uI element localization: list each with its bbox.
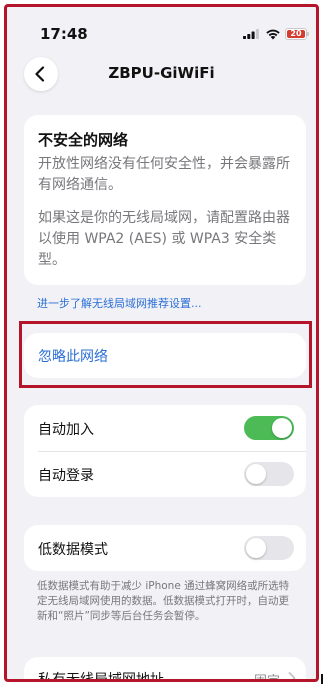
low-data-label: 低数据模式	[38, 542, 108, 558]
low-data-description: 低数据模式有助于减少 iPhone 通过蜂窝网络或所选特定无线局域网使用的数据。…	[37, 580, 290, 622]
warning-text-1: 开放性网络没有任何安全性，并会暴露所有网络通信。	[38, 156, 290, 193]
battery-level: 20	[290, 29, 302, 38]
low-data-card: 低数据模式	[24, 525, 306, 571]
auto-login-row: 自动登录	[24, 451, 306, 497]
auto-join-label: 自动加入	[38, 422, 94, 438]
chevron-right-icon	[288, 672, 296, 679]
battery-icon: 20	[285, 28, 309, 40]
auto-login-label: 自动登录	[38, 468, 94, 484]
join-settings-card: 自动加入 自动登录	[24, 405, 306, 497]
page-title: ZBPU-GiWiFi	[108, 64, 215, 82]
highlight-box	[19, 321, 312, 388]
auto-login-toggle[interactable]	[244, 462, 294, 486]
private-address-row[interactable]: 私有无线局域网地址 固定	[24, 657, 306, 682]
private-address-value: 固定	[253, 674, 280, 682]
private-address-label: 私有无线局域网地址	[38, 672, 164, 682]
status-time: 17:48	[40, 25, 88, 43]
auto-join-row: 自动加入	[24, 405, 306, 451]
security-warning-card: 不安全的网络 开放性网络没有任何安全性，并会暴露所有网络通信。 如果这是你的无线…	[24, 115, 306, 285]
low-data-toggle[interactable]	[244, 536, 294, 560]
warning-text-2: 如果这是你的无线局域网，请配置路由器以使用 WPA2 (AES) 或 WPA3 …	[38, 210, 290, 268]
auto-join-toggle[interactable]	[244, 416, 294, 440]
learn-more-link[interactable]: 进一步了解无线局域网推荐设置...	[37, 295, 202, 311]
low-data-row: 低数据模式	[24, 525, 306, 571]
status-bar: 17:48 20	[7, 7, 316, 47]
cellular-signal-icon	[243, 29, 259, 39]
phone-screen: 17:48 20 ZBPU-GiWiFi 不安全的网络 开放性网络没有任何安全性…	[4, 4, 319, 682]
wifi-icon	[266, 29, 280, 40]
warning-title: 不安全的网络	[38, 131, 129, 149]
edge-marker	[321, 674, 323, 684]
